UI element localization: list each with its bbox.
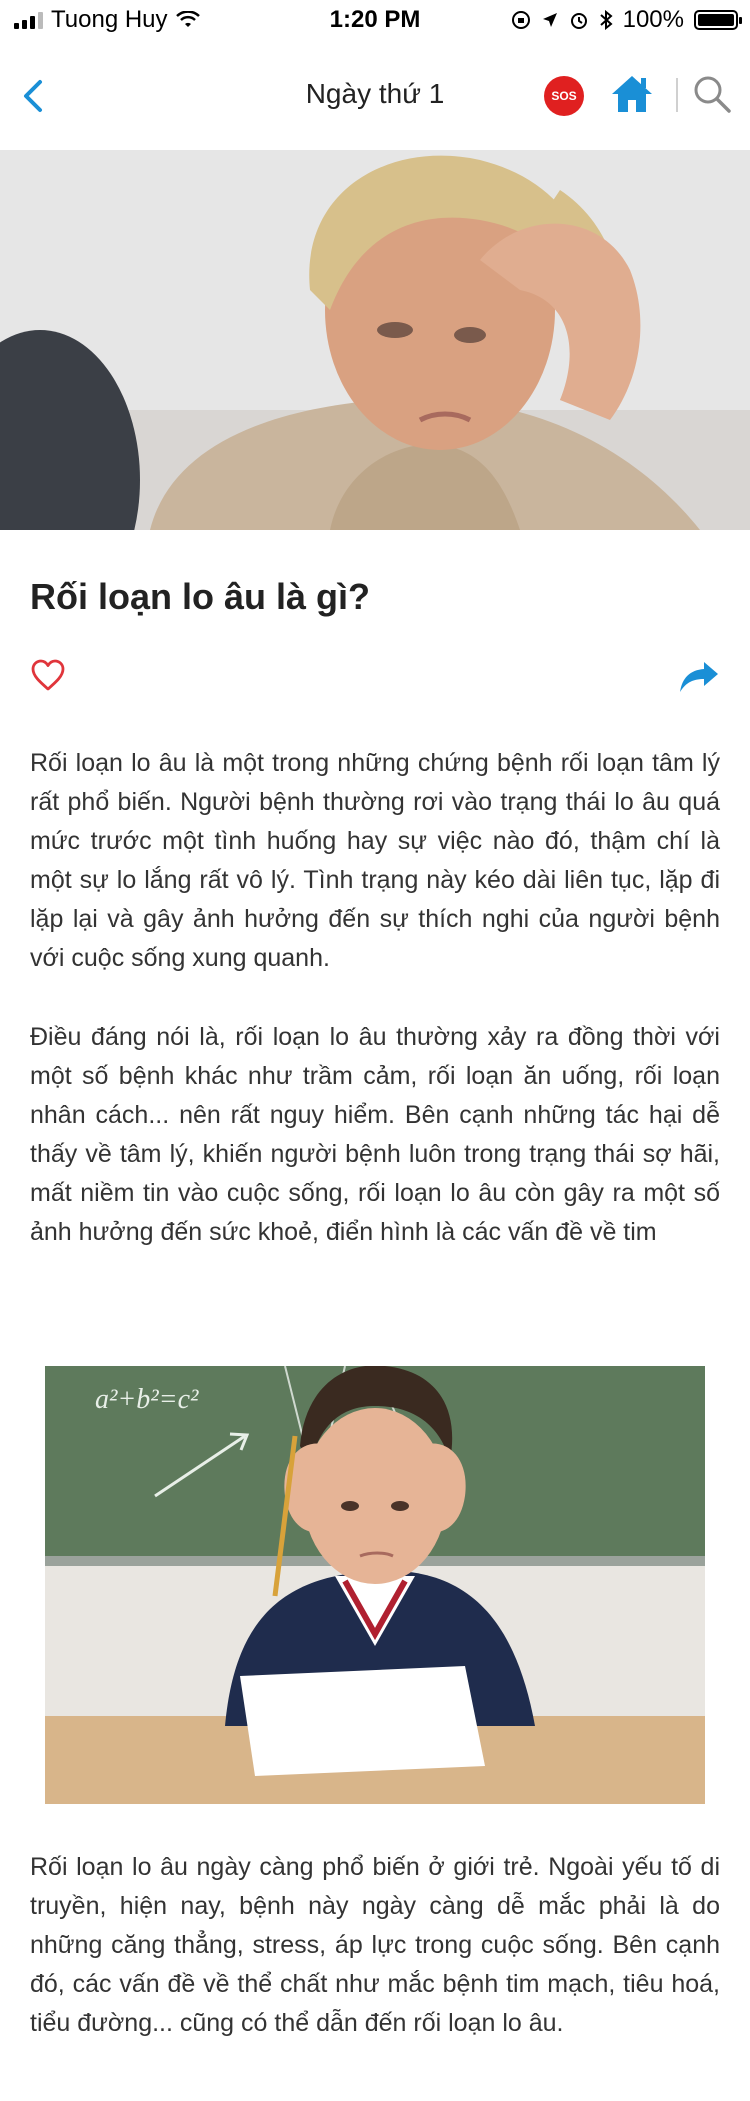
bluetooth-icon (599, 10, 613, 30)
home-icon (612, 76, 652, 112)
status-right: 100% (511, 6, 742, 34)
content-illustration: a²+b²=c² (45, 1366, 705, 1804)
chalkboard-text: a²+b²=c² (95, 1384, 199, 1415)
alarm-icon (570, 13, 587, 29)
hero-image (0, 150, 750, 530)
content-image: a²+b²=c² (45, 1366, 705, 1804)
article-paragraph-2: Điều đáng nói là, rối loạn lo âu thường … (30, 1023, 720, 1246)
nav-bar: Ngày thứ 1 SOS (0, 42, 750, 151)
article-paragraph-1: Rối loạn lo âu là một trong những chứng … (30, 749, 720, 972)
heart-outline-icon (31, 659, 65, 691)
search-button[interactable] (690, 72, 734, 116)
rotation-lock-icon (511, 11, 530, 29)
home-button[interactable] (608, 70, 656, 118)
like-button[interactable] (30, 658, 66, 694)
search-icon (694, 76, 731, 113)
status-bar: Tuong Huy 1:20 PM 100% (0, 0, 750, 42)
article-title: Rối loạn lo âu là gì? (30, 576, 371, 617)
location-icon (542, 13, 557, 27)
share-arrow-icon (680, 662, 718, 692)
nav-divider (676, 78, 678, 112)
battery-percent: 100% (622, 6, 684, 33)
sos-button[interactable]: SOS (544, 76, 584, 116)
battery-icon (694, 10, 742, 30)
article-paragraph-3: Rối loạn lo âu ngày càng phổ biến ở giới… (30, 1853, 720, 2037)
share-button[interactable] (678, 660, 720, 694)
hero-illustration (0, 150, 750, 530)
